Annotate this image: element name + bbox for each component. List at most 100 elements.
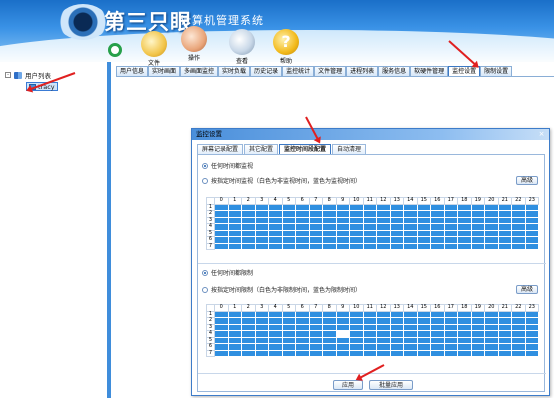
schedule-cell[interactable]	[254, 349, 269, 357]
schedule-cell[interactable]	[416, 349, 431, 357]
dialog-tab-item[interactable]: 自动清理	[332, 144, 367, 154]
dialog-titlebar[interactable]: 监控设置 ×	[192, 129, 549, 140]
radio-monitor-all[interactable]	[202, 162, 208, 169]
tree-root-users[interactable]: - 用户列表	[5, 70, 51, 80]
limit-advanced-button[interactable]: 高级	[516, 285, 538, 294]
tab-item[interactable]: 服务信息	[378, 66, 411, 76]
schedule-cell[interactable]	[335, 242, 350, 250]
schedule-cell[interactable]	[497, 242, 512, 250]
schedule-cell[interactable]	[376, 242, 391, 250]
schedule-cell[interactable]	[430, 349, 445, 357]
tree-root-label: 用户列表	[25, 72, 51, 80]
monitor-schedule-grid[interactable]: 0 1 2 3 4 5 6 7 8 9 10 11 12 13 14 15 16 17 18 19 20 21 22 23 1 2…	[206, 197, 539, 250]
magnifier-icon	[229, 29, 255, 55]
tab-item[interactable]: 实时画面	[148, 66, 181, 76]
tab-item[interactable]: 进程列表	[346, 66, 379, 76]
operation-icon	[181, 26, 207, 52]
schedule-cell[interactable]	[443, 242, 458, 250]
schedule-cell[interactable]	[281, 242, 296, 250]
schedule-cell[interactable]	[470, 349, 485, 357]
schedule-cell[interactable]	[524, 242, 539, 250]
batch-apply-button[interactable]: 批量应用	[369, 380, 413, 390]
tab-item[interactable]: 软硬件管理	[410, 66, 449, 76]
schedule-cell[interactable]	[416, 242, 431, 250]
monitor-advanced-button[interactable]: 高级	[516, 176, 538, 185]
toolbar-view-button[interactable]: 查看	[222, 29, 262, 69]
schedule-cell[interactable]	[254, 242, 269, 250]
schedule-cell[interactable]	[362, 242, 377, 250]
schedule-cell[interactable]	[443, 349, 458, 357]
schedule-cell[interactable]	[308, 349, 323, 357]
schedule-cell[interactable]	[376, 349, 391, 357]
monitor-settings-dialog: 监控设置 × 屏幕记录配置 其它配置 监控时间段配置 自动清理 任何时间都监视 按指定…	[191, 128, 550, 396]
schedule-cell[interactable]	[470, 242, 485, 250]
radio-limit-schedule[interactable]	[202, 286, 208, 293]
schedule-cell[interactable]	[295, 349, 310, 357]
schedule-cell[interactable]	[281, 349, 296, 357]
schedule-cell[interactable]	[214, 242, 229, 250]
schedule-cell[interactable]	[497, 349, 512, 357]
radio-monitor-schedule[interactable]	[202, 177, 208, 184]
schedule-cell[interactable]	[241, 349, 256, 357]
day-row-label[interactable]: 7	[206, 242, 215, 250]
limit-schedule-option[interactable]: 按指定时间限制（白色为非限制时间，蓝色为限制时间）	[202, 285, 361, 294]
monitor-all-option[interactable]: 任何时间都监视	[202, 161, 253, 170]
radio-limit-all[interactable]	[202, 269, 208, 276]
schedule-cell[interactable]	[308, 242, 323, 250]
toolbar-help-button[interactable]: ? 帮助	[266, 29, 306, 69]
toolbar-label: 操作	[187, 55, 200, 62]
schedule-cell[interactable]	[268, 242, 283, 250]
limit-all-option[interactable]: 任何时间都限制	[202, 268, 253, 277]
tab-item[interactable]: 文件管理	[314, 66, 347, 76]
user-tree-panel: - 用户列表 tracy	[0, 62, 111, 398]
tab-item[interactable]: 历史记录	[250, 66, 283, 76]
collapse-icon[interactable]: -	[5, 72, 11, 78]
tab-item[interactable]: 限制设置	[480, 66, 513, 76]
schedule-cell[interactable]	[430, 242, 445, 250]
tab-item[interactable]: 实时负载	[218, 66, 251, 76]
schedule-cell[interactable]	[227, 242, 242, 250]
schedule-cell[interactable]	[403, 242, 418, 250]
schedule-cell[interactable]	[295, 242, 310, 250]
schedule-cell[interactable]	[241, 242, 256, 250]
schedule-cell[interactable]	[389, 242, 404, 250]
schedule-cell[interactable]	[349, 349, 364, 357]
schedule-cell[interactable]	[403, 349, 418, 357]
network-icon	[14, 71, 22, 79]
tab-item[interactable]: 用户信息	[116, 66, 149, 76]
schedule-cell[interactable]	[349, 242, 364, 250]
refresh-icon[interactable]	[108, 43, 122, 57]
schedule-cell[interactable]	[362, 349, 377, 357]
dialog-tab-item[interactable]: 屏幕记录配置	[197, 144, 244, 154]
schedule-cell[interactable]	[214, 349, 229, 357]
dialog-tab-item[interactable]: 其它配置	[244, 144, 279, 154]
schedule-cell[interactable]	[335, 349, 350, 357]
schedule-cell[interactable]	[511, 349, 526, 357]
schedule-cell[interactable]	[227, 349, 242, 357]
schedule-cell[interactable]	[457, 349, 472, 357]
option-label: 任何时间都监视	[211, 163, 254, 170]
schedule-cell[interactable]	[457, 242, 472, 250]
limit-schedule-grid[interactable]: 0 1 2 3 4 5 6 7 8 9 10 11 12 13 14 15 16 17 18 19 20 21 22 23 1 2…	[206, 304, 539, 357]
close-icon[interactable]: ×	[537, 130, 546, 138]
schedule-cell[interactable]	[511, 242, 526, 250]
tab-item[interactable]: 多画面监控	[180, 66, 219, 76]
section-divider	[198, 263, 546, 264]
monitor-schedule-option[interactable]: 按指定时间监视（白色为非监视时间，蓝色为监视时间）	[202, 176, 361, 185]
toolbar-operation-button[interactable]: 操作	[174, 26, 214, 66]
tab-item[interactable]: 监控统计	[282, 66, 315, 76]
schedule-cell[interactable]	[484, 242, 499, 250]
dialog-title: 监控设置	[196, 130, 222, 138]
schedule-cell[interactable]	[268, 349, 283, 357]
toolbar-file-button[interactable]: 文件	[134, 31, 174, 71]
schedule-cell[interactable]	[389, 349, 404, 357]
option-label: 按指定时间限制（白色为非限制时间，蓝色为限制时间）	[211, 287, 362, 294]
schedule-cell[interactable]	[484, 349, 499, 357]
option-label: 任何时间都限制	[211, 270, 254, 277]
help-icon: ?	[273, 29, 299, 55]
schedule-cell[interactable]	[322, 242, 337, 250]
dialog-tab-item[interactable]: 监控时间段配置	[279, 144, 332, 154]
schedule-cell[interactable]	[322, 349, 337, 357]
schedule-cell[interactable]	[524, 349, 539, 357]
day-row-label[interactable]: 7	[206, 349, 215, 357]
